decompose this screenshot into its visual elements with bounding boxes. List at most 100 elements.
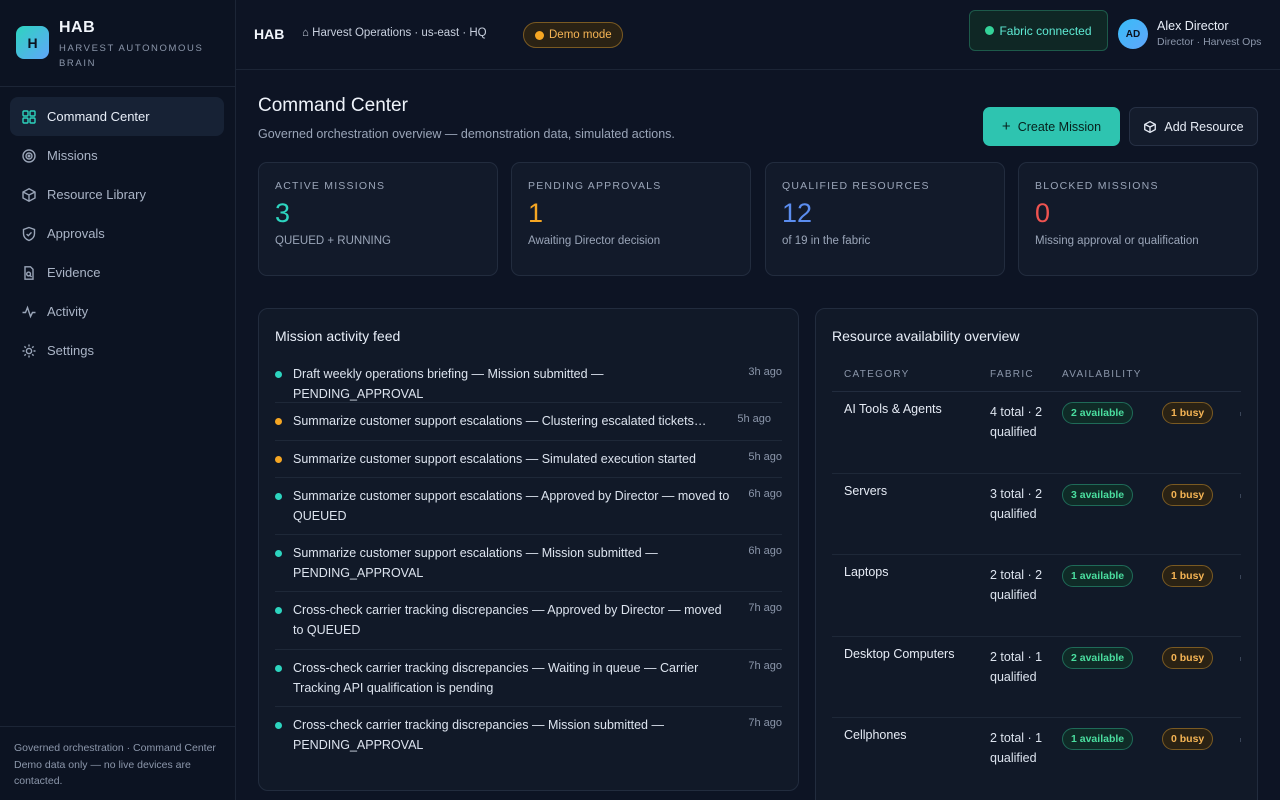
feed-time: 6h ago [748, 488, 782, 500]
column-header: CATEGORY [844, 369, 910, 380]
list-item[interactable]: Summarize customer support escalations —… [275, 478, 782, 535]
sidebar-item-label: Evidence [47, 265, 101, 280]
feed-text: Summarize customer support escalations —… [293, 414, 707, 428]
available-badge: 2 available [1062, 647, 1134, 669]
status-dot-icon [275, 493, 282, 500]
feed-text: Summarize customer support escalations —… [293, 452, 696, 466]
fabric-cell: 2 total · 2 qualified [990, 568, 1043, 602]
stat-label: PENDING APPROVALS [528, 180, 662, 192]
stat-description: QUEUED + RUNNING [275, 235, 391, 247]
sidebar-item-label: Approvals [47, 226, 105, 241]
status-dot-icon [275, 665, 282, 672]
feed-time: 7h ago [748, 660, 782, 672]
sidebar: H HAB HARVEST AUTONOMOUS BRAIN Command C… [0, 0, 236, 800]
stat-value: 3 [275, 198, 291, 228]
grid-icon [21, 109, 37, 125]
busy-badge: 0 busy [1162, 728, 1214, 750]
column-header: FABRIC [990, 369, 1034, 380]
table-header: CATEGORY FABRIC AVAILABILITY [832, 364, 1241, 392]
table-row[interactable]: AI Tools & Agents 4 total · 2 qualified … [832, 392, 1241, 474]
pulse-icon [21, 304, 37, 320]
busy-badge: 0 busy [1162, 484, 1214, 506]
user-role: Director · Harvest Ops [1157, 36, 1262, 48]
sidebar-item-activity[interactable]: Activity [10, 292, 224, 331]
box-icon [1144, 120, 1157, 133]
feed-time: 7h ago [748, 717, 782, 729]
sidebar-item-label: Resource Library [47, 187, 146, 202]
table-row[interactable]: Laptops 2 total · 2 qualified 1 availabl… [832, 555, 1241, 637]
feed-text: Draft weekly operations briefing — Missi… [293, 367, 604, 401]
sidebar-item-settings[interactable]: Settings [10, 331, 224, 370]
fabric-cell: 4 total · 2 qualified [990, 405, 1043, 439]
column-header: AVAILABILITY [1062, 369, 1142, 380]
table-row[interactable]: Cellphones 2 total · 1 qualified 1 avail… [832, 718, 1241, 800]
table-row[interactable]: Servers 3 total · 2 qualified 3 availabl… [832, 474, 1241, 555]
overflow-indicator [1240, 412, 1241, 416]
overflow-indicator [1240, 738, 1241, 742]
fabric-cell: 3 total · 2 qualified [990, 487, 1043, 521]
list-item[interactable]: Cross-check carrier tracking discrepanci… [275, 592, 782, 650]
fabric-cell: 2 total · 1 qualified [990, 650, 1043, 684]
category-cell: Laptops [844, 565, 889, 579]
sidebar-item-missions[interactable]: Missions [10, 136, 224, 175]
available-badge: 1 available [1062, 728, 1134, 750]
stat-card-pending-approvals[interactable]: PENDING APPROVALS 1 Awaiting Director de… [511, 162, 751, 276]
create-mission-button[interactable]: + Create Mission [983, 107, 1120, 146]
add-resource-button[interactable]: Add Resource [1129, 107, 1258, 146]
create-mission-label: Create Mission [1017, 119, 1102, 134]
list-item[interactable]: Cross-check carrier tracking discrepanci… [275, 707, 782, 763]
sidebar-item-command-center[interactable]: Command Center [10, 97, 224, 136]
available-badge: 2 available [1062, 402, 1134, 424]
top-bar: HAB ⌂ Harvest Operations · us-east · HQ … [236, 0, 1280, 70]
feed-text: Cross-check carrier tracking discrepanci… [293, 718, 664, 752]
plus-icon: + [1001, 118, 1011, 135]
status-dot-icon [275, 607, 282, 614]
fabric-status-badge[interactable]: Fabric connected [969, 10, 1108, 51]
stat-value: 0 [1035, 198, 1051, 228]
stat-description: Missing approval or qualification [1035, 235, 1199, 247]
mission-activity-feed: Mission activity feed Draft weekly opera… [258, 308, 799, 791]
stat-label: QUALIFIED RESOURCES [782, 180, 930, 192]
demo-mode-badge: Demo mode [523, 22, 623, 48]
shield-icon [21, 226, 37, 242]
stat-card-blocked-missions[interactable]: BLOCKED MISSIONS 0 Missing approval or q… [1018, 162, 1258, 276]
status-dot-icon [275, 722, 282, 729]
stat-card-qualified-resources[interactable]: QUALIFIED RESOURCES 12 of 19 in the fabr… [765, 162, 1005, 276]
stat-label: ACTIVE MISSIONS [275, 180, 386, 192]
brand: H HAB HARVEST AUTONOMOUS BRAIN [0, 0, 235, 87]
busy-badge: 1 busy [1162, 402, 1214, 424]
stat-value: 12 [782, 198, 813, 228]
sidebar-item-evidence[interactable]: Evidence [10, 253, 224, 292]
list-item[interactable]: Draft weekly operations briefing — Missi… [275, 364, 782, 403]
page-title: Command Center [258, 95, 408, 116]
feed-text: Summarize customer support escalations —… [293, 546, 658, 580]
box-icon [21, 187, 37, 203]
list-item[interactable]: Summarize customer support escalations —… [275, 535, 782, 592]
feed-time: 5h ago [748, 451, 782, 463]
sidebar-item-label: Settings [47, 343, 94, 358]
fabric-cell: 2 total · 1 qualified [990, 731, 1043, 765]
list-item[interactable]: Summarize customer support escalations —… [275, 403, 782, 441]
status-dot-icon [535, 30, 544, 40]
status-dot-icon [275, 550, 282, 557]
file-search-icon [21, 265, 37, 281]
avatar[interactable]: AD [1118, 19, 1148, 49]
feed-list: Draft weekly operations briefing — Missi… [275, 364, 782, 763]
sidebar-item-label: Activity [47, 304, 89, 319]
list-item[interactable]: Cross-check carrier tracking discrepanci… [275, 650, 782, 707]
brand-logo: H [16, 26, 49, 59]
sun-gear-icon [21, 343, 37, 359]
feed-time: 5h ago [737, 413, 771, 425]
sidebar-footer-line: Governed orchestration · Command Center [14, 742, 216, 754]
resource-availability-overview: Resource availability overview CATEGORY … [815, 308, 1258, 800]
sidebar-item-label: Command Center [47, 109, 150, 124]
stat-description: Awaiting Director decision [528, 235, 661, 247]
breadcrumb[interactable]: ⌂ Harvest Operations · us-east · HQ [302, 27, 487, 39]
overflow-indicator [1240, 575, 1241, 579]
stat-card-active-missions[interactable]: ACTIVE MISSIONS 3 QUEUED + RUNNING [258, 162, 498, 276]
sidebar-item-resource-library[interactable]: Resource Library [10, 175, 224, 214]
list-item[interactable]: Summarize customer support escalations —… [275, 441, 782, 478]
sidebar-item-approvals[interactable]: Approvals [10, 214, 224, 253]
available-badge: 3 available [1062, 484, 1134, 506]
table-row[interactable]: Desktop Computers 2 total · 1 qualified … [832, 637, 1241, 718]
